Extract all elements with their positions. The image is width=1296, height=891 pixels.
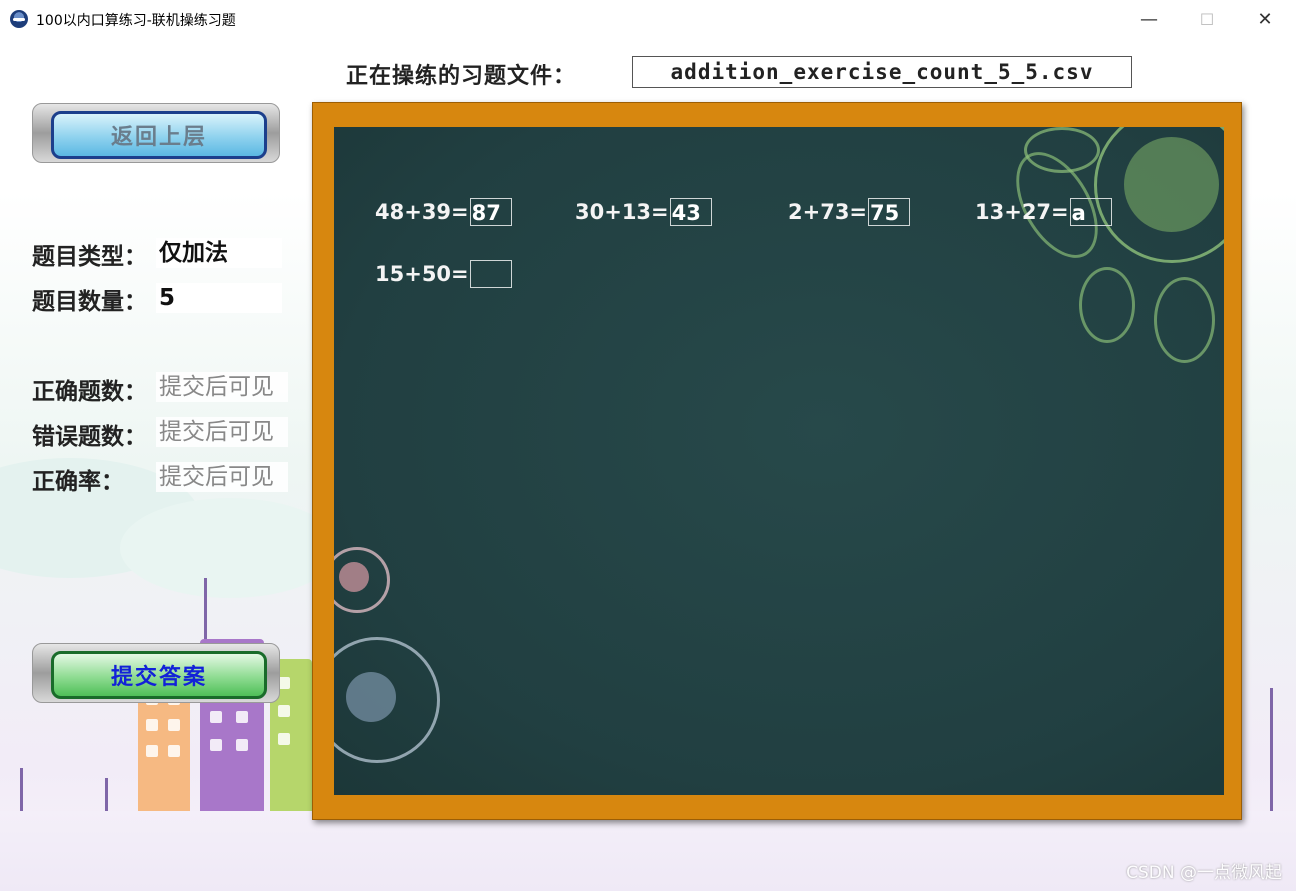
problem-expression: 30+13= [575, 200, 669, 224]
window-title: 100以内口算练习-联机操练习题 [36, 13, 236, 29]
problem-expression: 13+27= [975, 200, 1069, 224]
back-button-label: 返回上层 [51, 111, 267, 159]
count-value: 5 [156, 283, 282, 313]
close-button[interactable]: ✕ [1236, 0, 1294, 38]
chalkboard: 48+39= 87 30+13= 43 2+73= 75 13+27= a 15+50= [334, 127, 1224, 795]
problem-expression: 15+50= [375, 262, 469, 286]
answer-input[interactable]: 87 [469, 198, 512, 226]
problem-item: 13+27= a [975, 197, 1112, 227]
correct-label: 正确题数： [32, 379, 147, 405]
maximize-button[interactable]: ☐ [1178, 0, 1236, 38]
problem-item: 48+39= 87 [375, 197, 512, 227]
submit-button-label: 提交答案 [51, 651, 267, 699]
back-button[interactable]: 返回上层 [32, 103, 280, 163]
watermark: CSDN @一点微风起 [1126, 863, 1282, 883]
rate-label: 正确率： [32, 469, 124, 495]
type-label: 题目类型： [32, 244, 147, 270]
count-label: 题目数量： [32, 289, 147, 315]
app-icon [10, 10, 28, 28]
correct-value: 提交后可见 [156, 372, 288, 402]
type-value: 仅加法 [156, 238, 282, 268]
minimize-button[interactable]: — [1120, 0, 1178, 38]
file-name-field: addition_exercise_count_5_5.csv [632, 56, 1132, 88]
wrong-value: 提交后可见 [156, 417, 288, 447]
answer-input[interactable]: a [1069, 198, 1112, 226]
wrong-label: 错误题数： [32, 424, 147, 450]
answer-input[interactable] [469, 260, 512, 288]
answer-input[interactable]: 43 [669, 198, 712, 226]
problem-item: 2+73= 75 [788, 197, 911, 227]
file-label: 正在操练的习题文件： [346, 64, 577, 89]
problem-expression: 48+39= [375, 200, 469, 224]
rate-value: 提交后可见 [156, 462, 288, 492]
problem-expression: 2+73= [788, 200, 868, 224]
submit-button[interactable]: 提交答案 [32, 643, 280, 703]
heart-icon [196, 558, 214, 574]
answer-input[interactable]: 75 [868, 198, 911, 226]
title-bar: 100以内口算练习-联机操练习题 — ☐ ✕ [0, 0, 1296, 39]
problem-item: 30+13= 43 [575, 197, 712, 227]
problem-item: 15+50= [375, 259, 512, 289]
